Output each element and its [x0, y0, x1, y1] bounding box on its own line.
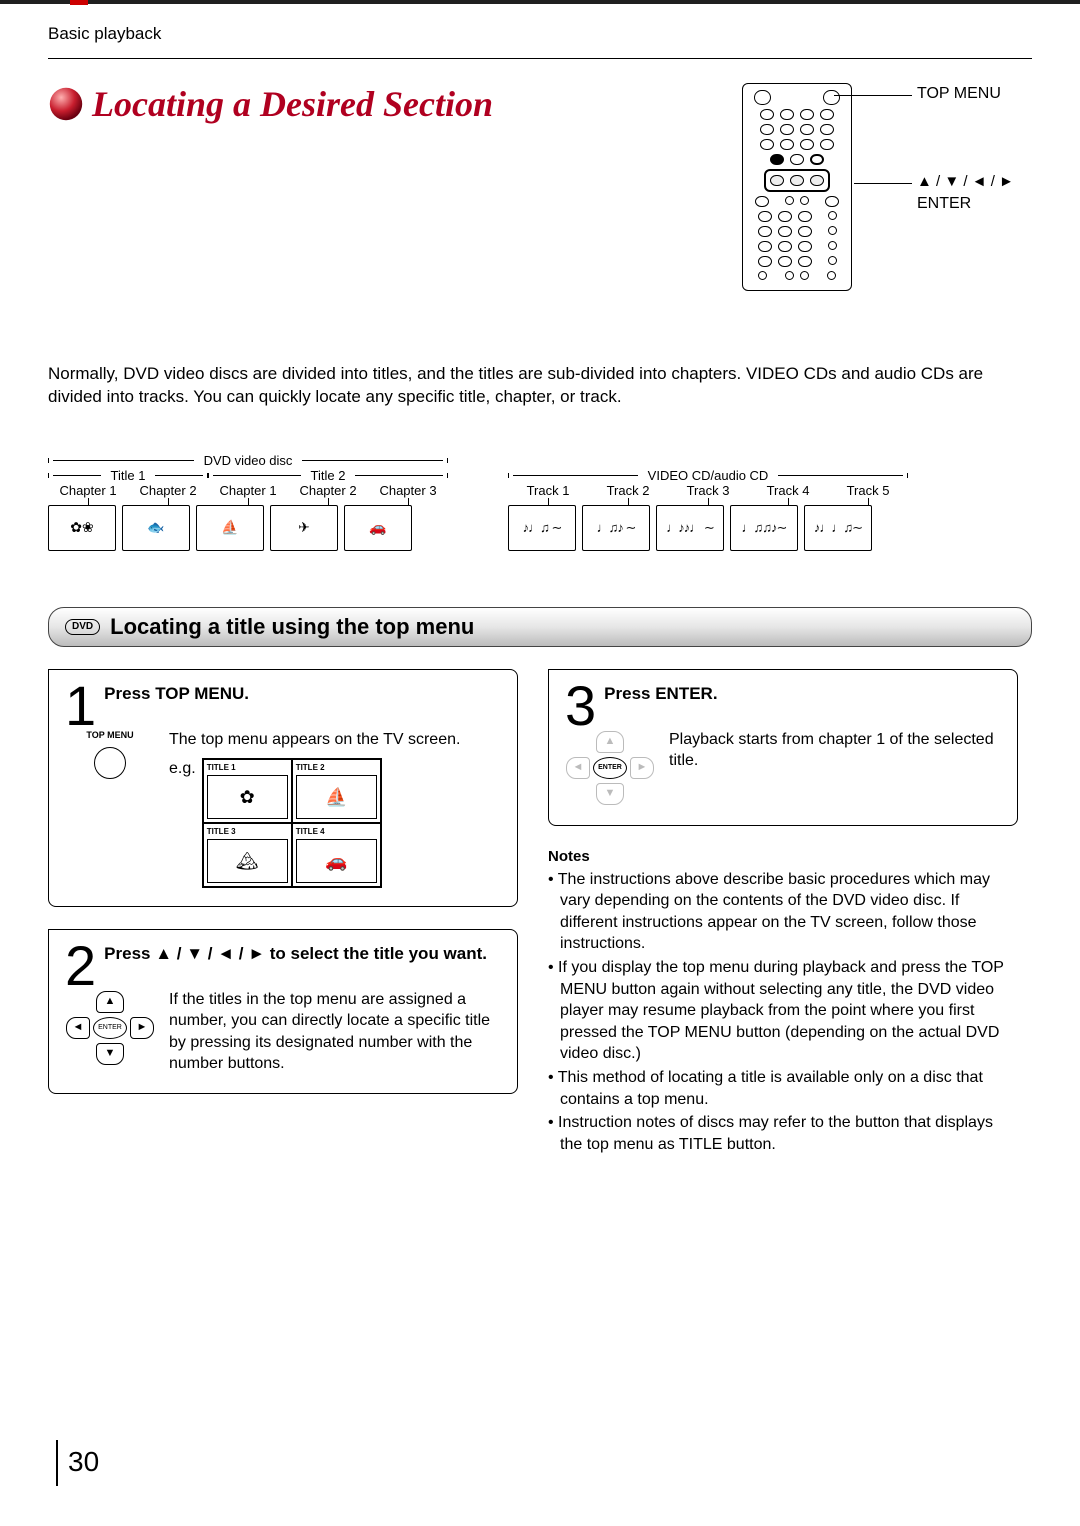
step-3-body: Playback starts from chapter 1 of the se…	[669, 729, 1001, 807]
topmenu-button-label: TOP MENU	[86, 729, 133, 741]
remote-dpad	[764, 169, 830, 192]
step-3: 3 Press ENTER. ▲ ◄ENTER► ▼ Playback star…	[548, 669, 1018, 826]
step-1: 1 Press TOP MENU. TOP MENU The top menu …	[48, 669, 518, 907]
thumb-icon: 🐟	[122, 505, 190, 551]
page-title-text: Locating a Desired Section	[92, 83, 493, 125]
remote-label-topmenu: TOP MENU	[917, 85, 1001, 103]
cd-track-4: Track 4	[767, 483, 810, 498]
step-2-body: If the titles in the top menu are assign…	[169, 989, 501, 1075]
note-item: This method of locating a title is avail…	[548, 1067, 1018, 1110]
enter-button-icon: ENTER	[93, 1017, 127, 1039]
step-1-head: Press TOP MENU.	[65, 684, 501, 704]
note-item: If you display the top menu during playb…	[548, 957, 1018, 1065]
cd-top-label: VIDEO CD/audio CD	[642, 468, 775, 483]
thumb-music-icon: ♩♫♫♪∼	[730, 505, 798, 551]
eg-title-4: TITLE 4	[296, 827, 377, 838]
eg-title-2: TITLE 2	[296, 763, 377, 774]
dpad-icon-dim: ▲ ◄ENTER► ▼	[563, 729, 657, 807]
cd-track-2: Track 2	[607, 483, 650, 498]
section-heading-text: Locating a title using the top menu	[110, 614, 474, 640]
dvd-ch-4: Chapter 2	[299, 483, 356, 498]
eg-title-1: TITLE 1	[207, 763, 288, 774]
thumb-icon: ✿❀	[48, 505, 116, 551]
dvd-ch-3: Chapter 1	[219, 483, 276, 498]
remote-illustration: TOP MENU ▲ / ▼ / ◄ / ► ENTER	[742, 83, 1032, 343]
dvd-ch-2: Chapter 2	[139, 483, 196, 498]
dpad-icon: ▲ ◄ENTER► ▼	[63, 989, 157, 1067]
lead-line	[854, 183, 912, 184]
section-heading-bar: DVD Locating a title using the top menu	[48, 607, 1032, 647]
thumb-icon: ✈	[270, 505, 338, 551]
step-2-head: Press ▲ / ▼ / ◄ / ► to select the title …	[65, 944, 501, 964]
thumb-music-icon: ♩♪♪♩ ∼	[656, 505, 724, 551]
dvd-ch-1: Chapter 1	[59, 483, 116, 498]
lead-line	[834, 95, 912, 96]
enter-button-icon: ENTER	[593, 757, 627, 779]
dvd-title-2: Title 2	[305, 468, 352, 483]
note-item: Instruction notes of discs may refer to …	[548, 1112, 1018, 1155]
step-number: 2	[65, 944, 96, 989]
cd-track-1: Track 1	[527, 483, 570, 498]
page-title: Locating a Desired Section	[48, 83, 493, 125]
eg-title-3: TITLE 3	[207, 827, 288, 838]
dvd-badge: DVD	[65, 619, 100, 635]
remote-label-enter: ENTER	[917, 195, 971, 213]
top-bar	[0, 0, 1080, 4]
dvd-title-1: Title 1	[105, 468, 152, 483]
cd-track-5: Track 5	[847, 483, 890, 498]
dvd-top-label: DVD video disc	[198, 453, 299, 468]
thumb-music-icon: ♪♩♩♫∼	[804, 505, 872, 551]
step-number: 1	[65, 684, 96, 729]
example-menu-grid: TITLE 1✿ TITLE 2⛵ TITLE 3🏔 TITLE 4🚗	[202, 758, 382, 888]
dvd-structure-diagram: DVD video disc Title 1 Title 2	[48, 453, 448, 551]
cd-track-3: Track 3	[687, 483, 730, 498]
remote-top-menu-button	[810, 154, 824, 165]
thumb-music-icon: ♩♫♪ ∼	[582, 505, 650, 551]
step-number: 3	[565, 684, 596, 729]
step-1-body: The top menu appears on the TV screen.	[169, 729, 501, 751]
title-bullet-icon	[48, 86, 84, 122]
divider	[48, 58, 1032, 59]
notes-heading: Notes	[548, 848, 1018, 865]
thumb-music-icon: ♪♩♫ ∼	[508, 505, 576, 551]
topmenu-button-icon	[94, 747, 126, 779]
top-bar-accent	[70, 0, 88, 5]
step-2: 2 Press ▲ / ▼ / ◄ / ► to select the titl…	[48, 929, 518, 1094]
intro-paragraph: Normally, DVD video discs are divided in…	[48, 363, 1032, 409]
remote-label-dpad: ▲ / ▼ / ◄ / ►	[917, 173, 1014, 190]
dvd-ch-5: Chapter 3	[379, 483, 436, 498]
page-number: 30	[56, 1440, 99, 1486]
note-item: The instructions above describe basic pr…	[548, 869, 1018, 955]
thumb-icon: ⛵	[196, 505, 264, 551]
thumb-icon: 🚗	[344, 505, 412, 551]
notes-block: Notes The instructions above describe ba…	[548, 848, 1018, 1156]
step-3-head: Press ENTER.	[565, 684, 1001, 704]
eg-label: e.g.	[169, 758, 196, 780]
cd-structure-diagram: VIDEO CD/audio CD Track 1 Track 2 Track …	[508, 468, 908, 551]
breadcrumb: Basic playback	[48, 24, 1032, 44]
